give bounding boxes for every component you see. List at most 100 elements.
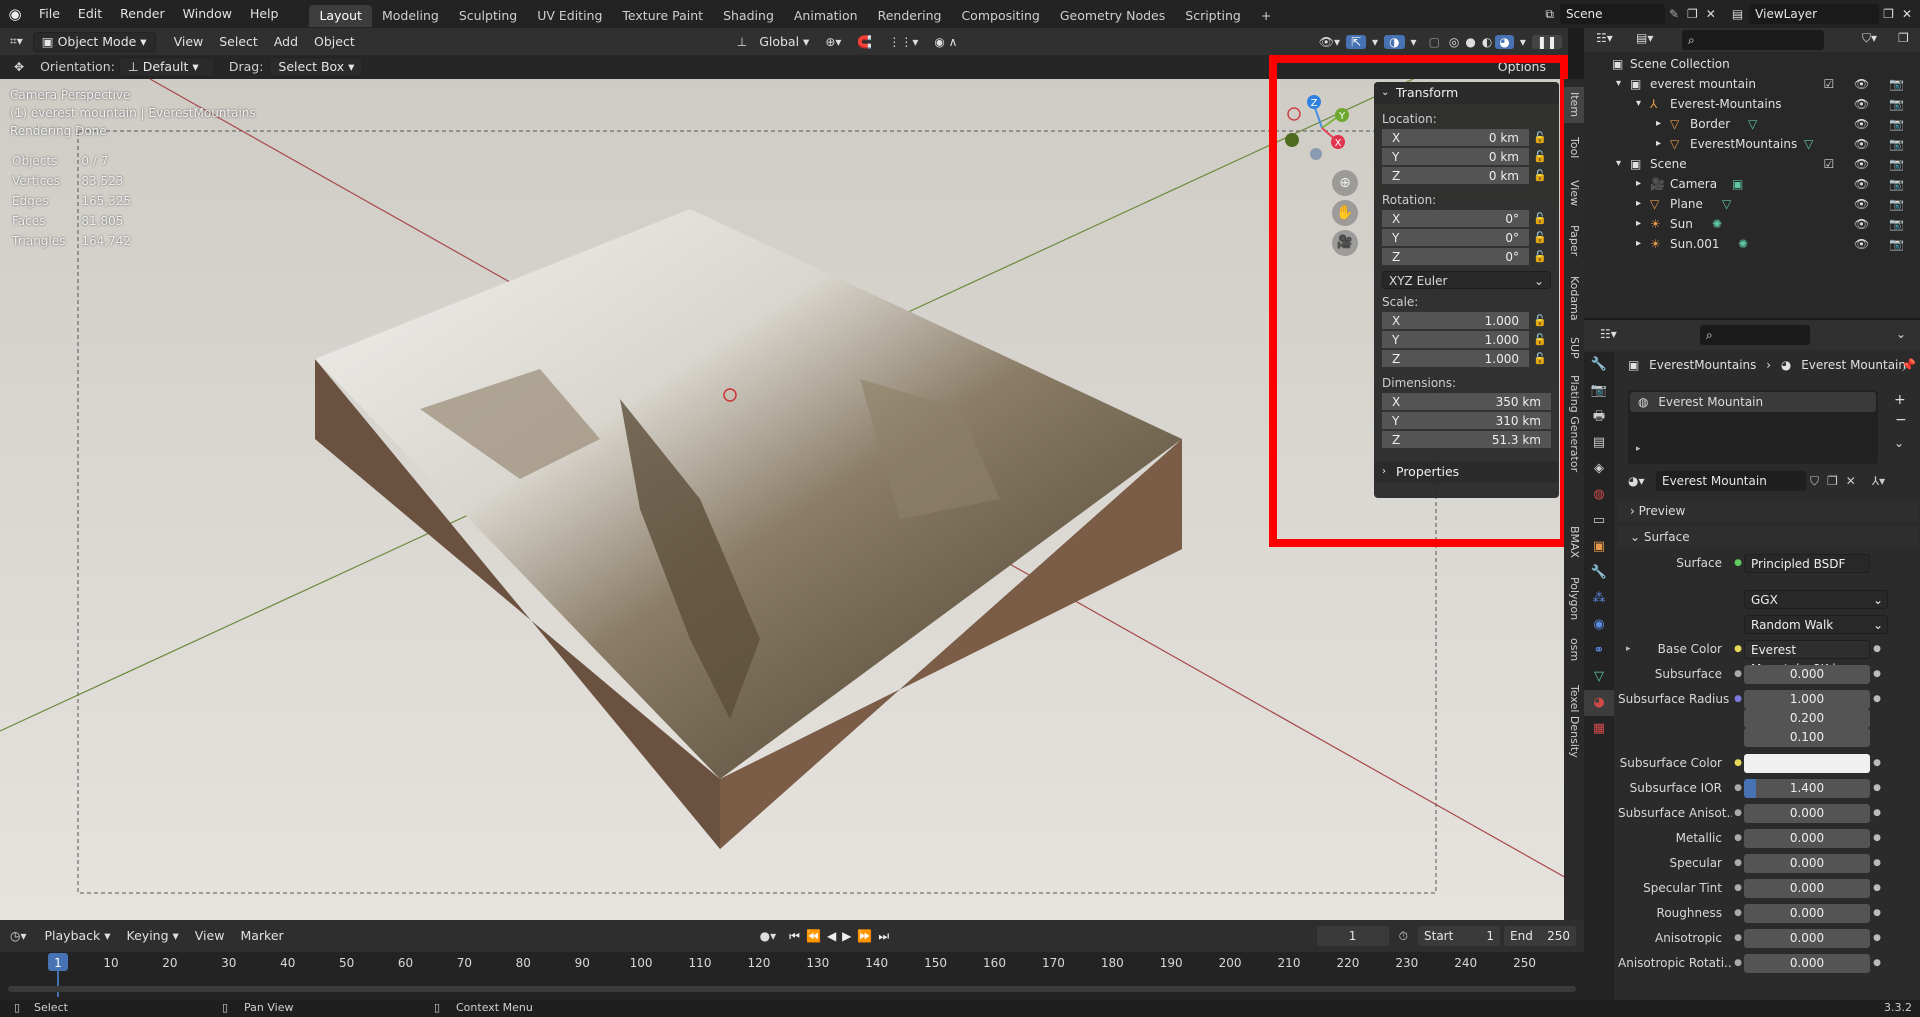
tab-sculpting[interactable]: Sculpting	[449, 5, 527, 27]
tab-texture-paint[interactable]: Texture Paint	[612, 5, 713, 27]
sidebar-tab-bmax[interactable]: BMAX	[1564, 519, 1584, 565]
keyframe-icon[interactable]: ●	[1870, 858, 1884, 868]
filter-icon[interactable]: ⛉▾	[1862, 31, 1877, 46]
jump-end-icon[interactable]: ⏭	[875, 929, 892, 944]
outliner-editor-icon[interactable]: ☷▾	[1596, 31, 1613, 45]
subsurface-radius-y-field[interactable]: 0.200	[1744, 708, 1870, 728]
row-visibility-icons[interactable]: ☑ 👁 📷	[1823, 154, 1912, 174]
outliner-row-sun[interactable]: ▸ ☀ Sun ✺ 👁 📷	[1584, 214, 1920, 234]
lock-icon[interactable]: 🔓	[1529, 231, 1551, 244]
new-collection-icon[interactable]: ❐	[1898, 31, 1909, 45]
tab-animation[interactable]: Animation	[784, 5, 868, 27]
play-icon[interactable]: ▶	[839, 929, 854, 943]
roughness-field[interactable]: 0.000	[1744, 903, 1870, 923]
chevron-right-icon[interactable]: ▸	[1626, 644, 1631, 654]
row-visibility-icons[interactable]: 👁 📷	[1854, 194, 1912, 214]
properties-panel-header[interactable]: › Properties	[1374, 461, 1559, 483]
row-visibility-icons[interactable]: 👁 📷	[1854, 114, 1912, 134]
preview-section-header[interactable]: › Preview	[1618, 500, 1918, 522]
specular-field[interactable]: 0.000	[1744, 853, 1870, 873]
lock-icon[interactable]: 🔓	[1529, 250, 1551, 263]
row-visibility-icons[interactable]: 👁 📷	[1854, 94, 1912, 114]
scene-tab-icon[interactable]: ◈	[1584, 456, 1614, 482]
tab-layout[interactable]: Layout	[309, 4, 372, 27]
lock-icon[interactable]: 🔓	[1529, 150, 1551, 163]
pan-hand-icon[interactable]: ✋	[1332, 200, 1358, 226]
gizmo-dropdown-icon[interactable]: ▾	[1366, 35, 1384, 49]
record-icon[interactable]: ●▾	[750, 929, 787, 943]
chevron-down-icon[interactable]: ▾	[1616, 154, 1621, 174]
subsurface-radius-x-field[interactable]: 1.000	[1744, 689, 1870, 709]
row-visibility-icons[interactable]: 👁 📷	[1854, 214, 1912, 234]
keyframe-icon[interactable]: ●	[1870, 669, 1884, 679]
menu-timeline-view[interactable]: View	[187, 926, 233, 946]
chevron-right-icon[interactable]: ▸	[1656, 114, 1661, 134]
properties-search-input[interactable]: ⌕	[1700, 325, 1810, 345]
surface-section-header[interactable]: ⌄ Surface	[1618, 526, 1918, 548]
blender-logo-icon[interactable]: ◉	[0, 5, 30, 23]
row-visibility-icons[interactable]: 👁 📷	[1854, 174, 1912, 194]
lock-icon[interactable]: 🔓	[1529, 333, 1551, 346]
row-visibility-icons[interactable]: 👁 📷	[1854, 134, 1912, 154]
move-tool-icon[interactable]: ✥	[0, 60, 36, 74]
pin-icon[interactable]: ✎	[1665, 7, 1683, 21]
unlink-material-icon[interactable]: ✕	[1842, 474, 1860, 488]
slot-menu-icon[interactable]: ⌄	[1894, 436, 1904, 450]
outliner-row-sun-001[interactable]: ▸ ☀ Sun.001 ✺ 👁 📷	[1584, 234, 1920, 254]
object-tab-icon[interactable]: ▣	[1584, 534, 1614, 560]
drag-dropdown[interactable]: Select Box ▾	[269, 57, 364, 77]
chevron-down-icon[interactable]: ▾	[1636, 94, 1641, 114]
view-layer-icon[interactable]: ▤	[1726, 7, 1749, 21]
outliner-row-everestmountains[interactable]: ▸ ▽ EverestMountains ▽ 👁 📷	[1584, 134, 1920, 154]
gizmo-icon[interactable]: ⇱	[1345, 34, 1367, 49]
properties-editor-icon[interactable]: ☷▾	[1600, 327, 1617, 341]
shading-material-icon[interactable]: ◐	[1479, 35, 1495, 49]
chevron-right-icon[interactable]: ▸	[1656, 134, 1661, 154]
editor-type-icon[interactable]: ⌗▾	[0, 34, 33, 49]
play-reverse-icon[interactable]: ◀	[824, 929, 839, 943]
subsurface-color-swatch[interactable]	[1744, 753, 1870, 773]
menu-select[interactable]: Select	[211, 32, 266, 52]
world-tab-icon[interactable]: ◍	[1584, 482, 1614, 508]
duplicate-material-icon[interactable]: ❐	[1823, 474, 1842, 488]
modifier-tab-icon[interactable]: 🔧	[1584, 560, 1614, 586]
keyframe-icon[interactable]: ●	[1870, 783, 1884, 793]
chevron-down-icon[interactable]: ⌄	[1896, 327, 1906, 341]
texture-tab-icon[interactable]: ▦	[1584, 716, 1614, 742]
dimension-z-field[interactable]: Z 51.3 km	[1382, 430, 1551, 449]
dimension-x-field[interactable]: X 350 km	[1382, 392, 1551, 411]
scene-name-field[interactable]: Scene	[1559, 4, 1665, 24]
pause-render-icon[interactable]: ❚❚	[1531, 34, 1562, 49]
sidebar-tab-plating-generator[interactable]: Plating Generator	[1564, 369, 1584, 479]
lock-icon[interactable]: 🔓	[1529, 169, 1551, 182]
menu-help[interactable]: Help	[241, 0, 288, 28]
current-frame-field[interactable]: 1	[1316, 926, 1389, 946]
rotation-y-field[interactable]: Y 0°	[1382, 228, 1529, 247]
add-slot-icon[interactable]: +	[1894, 392, 1906, 408]
jump-start-icon[interactable]: ⏮	[786, 929, 803, 944]
sidebar-tab-view[interactable]: View	[1564, 173, 1584, 213]
menu-window[interactable]: Window	[174, 0, 241, 28]
tab-modeling[interactable]: Modeling	[372, 5, 449, 27]
location-z-field[interactable]: Z 0 km	[1382, 166, 1529, 185]
remove-slot-icon[interactable]: −	[1895, 412, 1907, 428]
chevron-right-icon[interactable]: ▸	[1636, 234, 1641, 254]
lock-icon[interactable]: 🔓	[1529, 352, 1551, 365]
rotation-mode-dropdown[interactable]: XYZ Euler ⌄	[1382, 270, 1551, 289]
keyframe-icon[interactable]: ●	[1870, 833, 1884, 843]
lock-icon[interactable]: 🔓	[1529, 212, 1551, 225]
material-tab-icon[interactable]: ◕	[1584, 690, 1614, 716]
timeline-scrollbar[interactable]	[8, 986, 1576, 992]
material-slot-item[interactable]: ◍ Everest Mountain	[1630, 392, 1876, 412]
lock-icon[interactable]: 🔓	[1529, 131, 1551, 144]
snap-target-icon[interactable]: ⋮⋮▾	[880, 35, 926, 49]
shading-rendered-icon[interactable]: ◕	[1495, 34, 1514, 49]
node-tree-icon[interactable]: ⅄▾	[1860, 474, 1889, 488]
menu-add[interactable]: Add	[266, 32, 306, 52]
menu-marker[interactable]: Marker	[232, 926, 291, 946]
sidebar-tab-item[interactable]: Item	[1564, 87, 1584, 123]
base-color-texture-field[interactable]: Everest Mountain_8K.jpg	[1744, 639, 1870, 676]
rotation-z-field[interactable]: Z 0°	[1382, 247, 1529, 266]
timeline-editor-icon[interactable]: ◷▾	[0, 929, 37, 943]
keyframe-icon[interactable]: ●	[1870, 808, 1884, 818]
